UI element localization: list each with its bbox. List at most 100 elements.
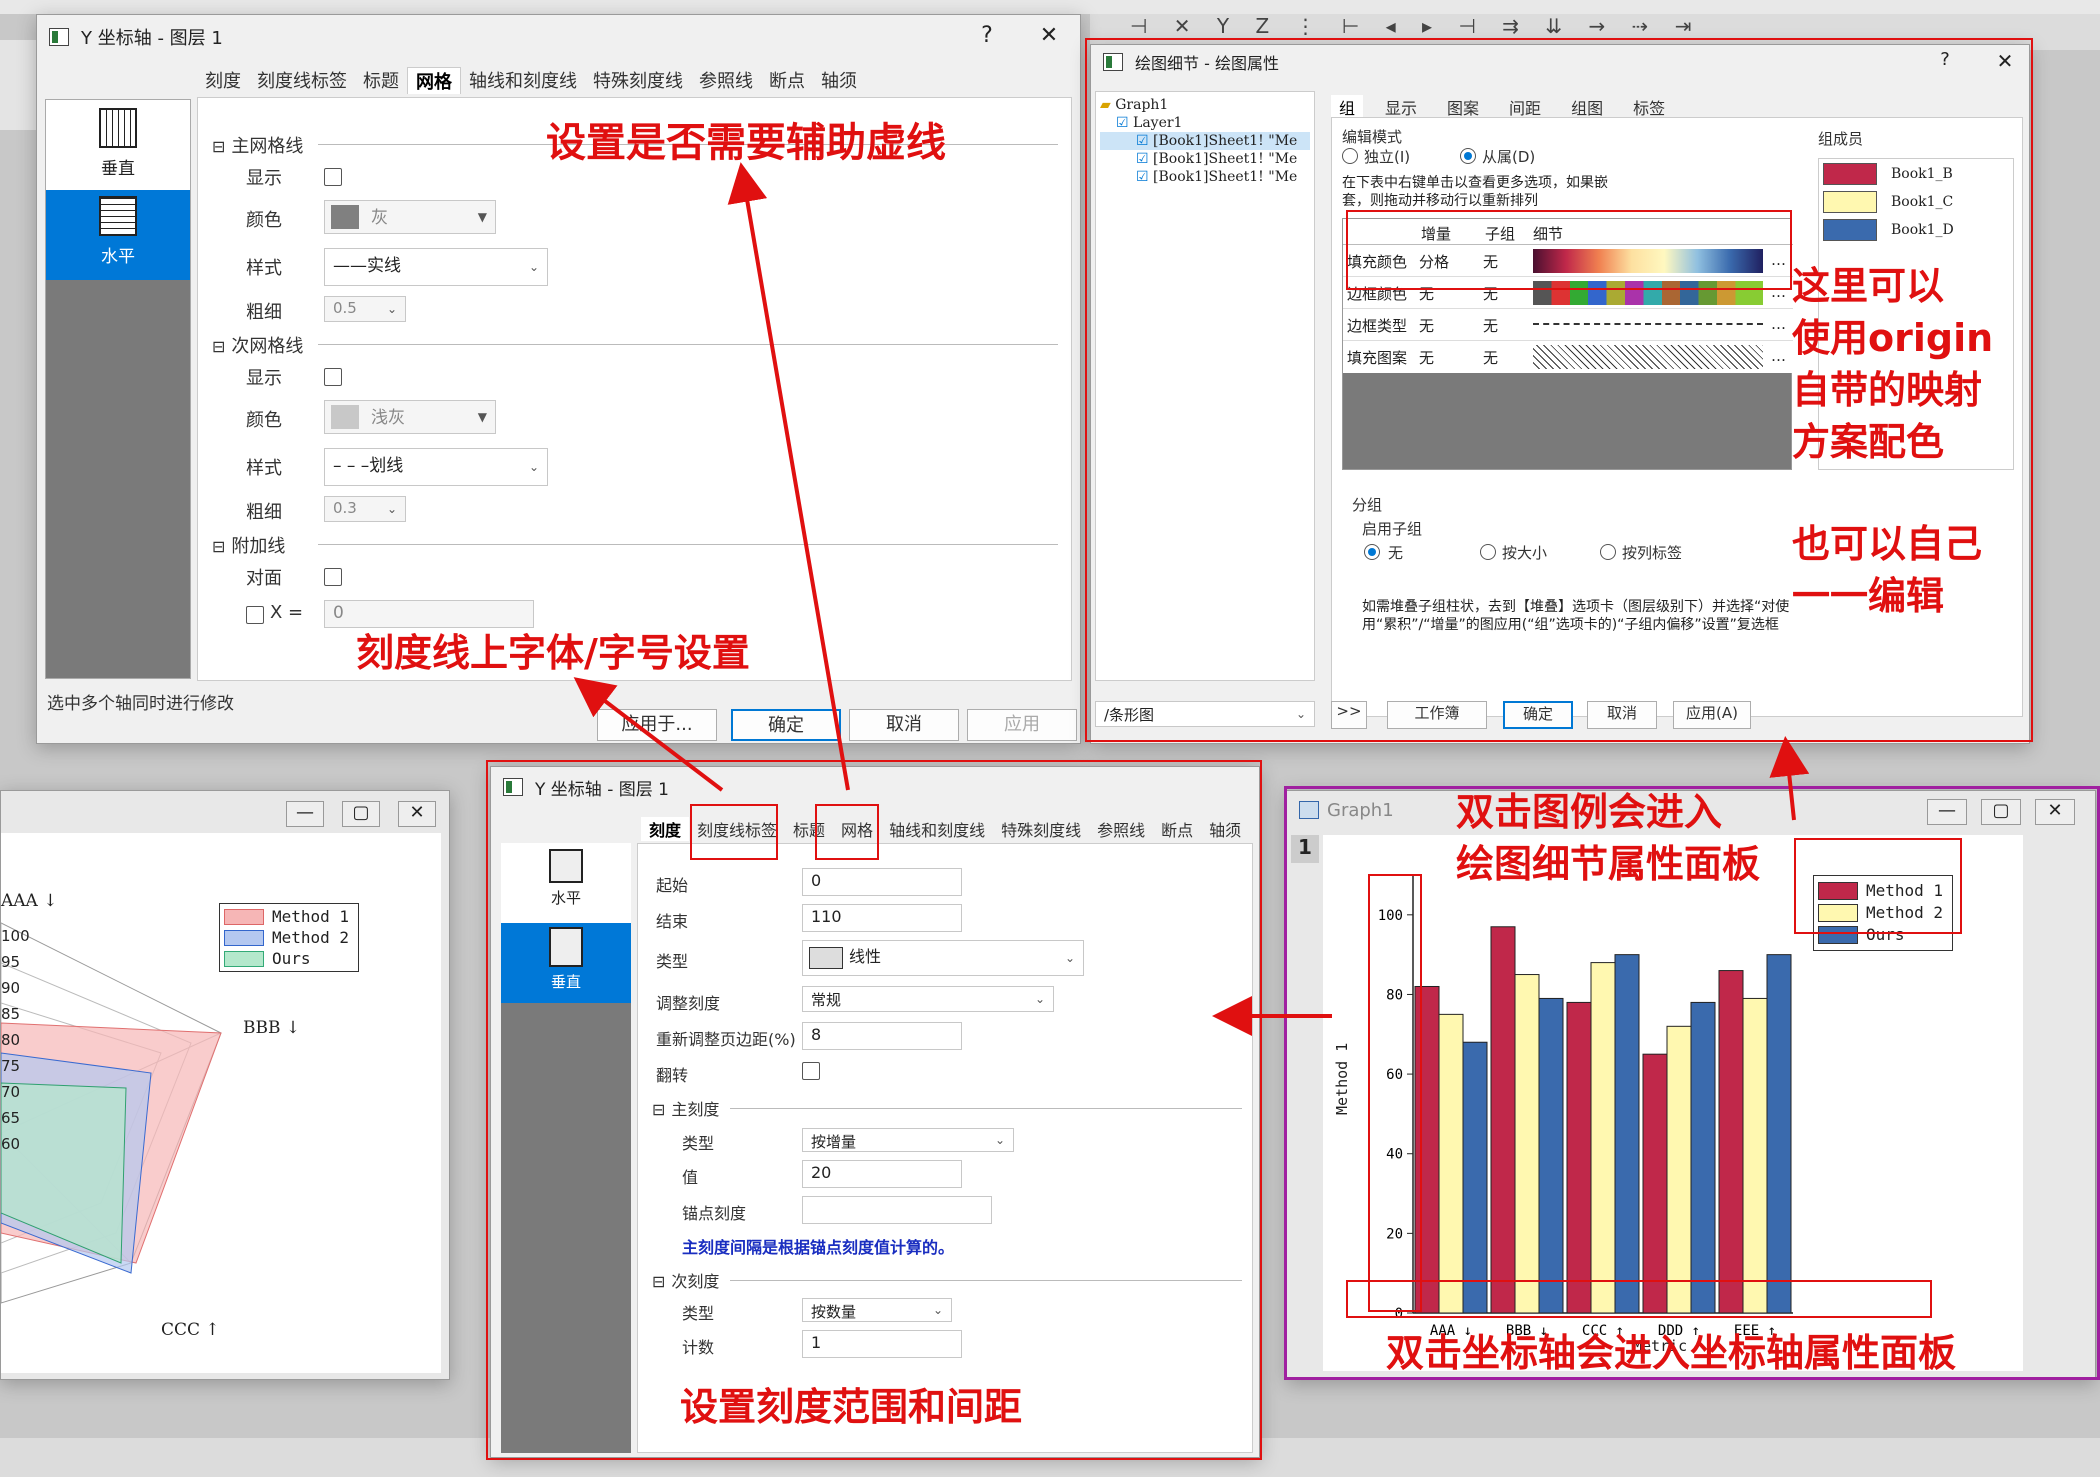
top-toolbar-strip bbox=[0, 0, 2100, 14]
major-width-select[interactable]: 0.5 ⌄ bbox=[324, 296, 406, 322]
grid-panel: 主网格线 显示 颜色 灰▼ 样式 ——实线⌄ 粗细 0.5⌄ 次网格线 显示 颜… bbox=[197, 97, 1072, 681]
radar-tick-labels: 100 95 90 85 80 75 70 65 60 bbox=[1, 923, 30, 1157]
tab-breaks[interactable]: 断点 bbox=[761, 67, 813, 94]
major-color-label: 颜色 bbox=[246, 210, 282, 231]
tab-tick-labels[interactable]: 刻度线标签 bbox=[249, 67, 355, 94]
close-icon[interactable]: ✕ bbox=[398, 801, 436, 827]
legend-label: Ours bbox=[272, 949, 311, 968]
apply-button[interactable]: 应用 bbox=[967, 709, 1077, 741]
color-swatch bbox=[331, 205, 359, 229]
major-style-label: 样式 bbox=[246, 258, 282, 279]
tick: 75 bbox=[1, 1057, 21, 1075]
major-show-label: 显示 bbox=[246, 168, 282, 189]
ok-button[interactable]: 确定 bbox=[731, 709, 841, 741]
tick: 85 bbox=[1, 1005, 21, 1023]
chevron-down-icon: ⌄ bbox=[528, 260, 539, 274]
cancel-button[interactable]: 取消 bbox=[849, 709, 959, 741]
major-width-label: 粗细 bbox=[246, 302, 282, 323]
tick: 80 bbox=[1, 1031, 21, 1049]
x-line-checkbox[interactable] bbox=[246, 606, 264, 624]
chevron-down-icon: ▼ bbox=[477, 210, 487, 224]
color-value: 灰 bbox=[371, 208, 388, 228]
legend-label: Method 2 bbox=[272, 928, 350, 947]
x-value: 0 bbox=[333, 603, 344, 623]
maximize-icon[interactable]: ▢ bbox=[342, 801, 380, 827]
minimize-icon[interactable]: — bbox=[286, 801, 324, 827]
sidebar-item-vertical[interactable]: 垂直 bbox=[46, 100, 190, 190]
horizontal-axis-icon bbox=[99, 196, 137, 236]
tick: 65 bbox=[1, 1109, 21, 1127]
style-value: – – –划线 bbox=[333, 456, 404, 476]
color-value: 浅灰 bbox=[371, 408, 405, 428]
radar-window-controls[interactable]: — ▢ ✕ bbox=[286, 801, 436, 827]
annotation-box-bottom-dialog bbox=[486, 760, 1262, 1460]
annotation-axis-note: 双击坐标轴会进入坐标轴属性面板 bbox=[1386, 1331, 1957, 1375]
tick: 100 bbox=[1, 927, 30, 945]
x-line-label: X = bbox=[270, 602, 304, 623]
style-value: ——实线 bbox=[333, 256, 401, 276]
tick: 90 bbox=[1, 979, 21, 997]
annotation-box-tick-label-tab bbox=[690, 804, 778, 860]
annotation-colormap-note: 这里可以 使用origin 自带的映射 方案配色 bbox=[1792, 264, 1994, 464]
sidebar-item-horizontal[interactable]: 水平 bbox=[46, 190, 190, 280]
tick: 70 bbox=[1, 1083, 21, 1101]
minor-width-select[interactable]: 0.3 ⌄ bbox=[324, 496, 406, 522]
minor-style-select[interactable]: – – –划线 ⌄ bbox=[324, 448, 548, 486]
apply-to-button[interactable]: 应用于... bbox=[597, 709, 717, 741]
tab-bar: 刻度 刻度线标签 标题 网格 轴线和刻度线 特殊刻度线 参照线 断点 轴须 bbox=[197, 67, 865, 94]
opposite-label: 对面 bbox=[246, 568, 282, 589]
divider bbox=[318, 344, 1058, 345]
tick: 60 bbox=[1, 1135, 21, 1153]
tab-title[interactable]: 标题 bbox=[355, 67, 407, 94]
annotation-grid-note: 设置是否需要辅助虚线 bbox=[546, 120, 946, 166]
major-show-checkbox[interactable] bbox=[324, 168, 342, 186]
minor-grid-header[interactable]: 次网格线 bbox=[212, 332, 303, 358]
radar-graph-window: — ▢ ✕ 100 95 90 85 80 75 70 65 60 AAA ↓ … bbox=[0, 790, 450, 1380]
radar-axis-bbb: BBB ↓ bbox=[243, 1018, 301, 1038]
divider bbox=[318, 544, 1058, 545]
minor-color-select[interactable]: 浅灰 ▼ bbox=[324, 400, 496, 434]
minor-show-label: 显示 bbox=[246, 368, 282, 389]
extra-lines-header[interactable]: 附加线 bbox=[212, 532, 285, 558]
opposite-checkbox[interactable] bbox=[324, 568, 342, 586]
close-button[interactable]: ✕ bbox=[1035, 23, 1063, 48]
annotation-box-grid-tab bbox=[815, 804, 879, 860]
minor-width-label: 粗细 bbox=[246, 502, 282, 523]
tab-line-ticks[interactable]: 轴线和刻度线 bbox=[461, 67, 585, 94]
radar-legend[interactable]: Method 1 Method 2 Ours bbox=[219, 903, 359, 972]
major-style-select[interactable]: ——实线 ⌄ bbox=[324, 248, 548, 286]
tab-grid[interactable]: 网格 bbox=[407, 67, 461, 94]
legend-swatch bbox=[224, 908, 264, 925]
sidebar-label: 水平 bbox=[101, 247, 135, 267]
vertical-axis-icon bbox=[99, 108, 137, 148]
help-button[interactable]: ? bbox=[973, 23, 1001, 48]
tab-scale[interactable]: 刻度 bbox=[197, 67, 249, 94]
color-swatch bbox=[331, 405, 359, 429]
major-color-select[interactable]: 灰 ▼ bbox=[324, 200, 496, 234]
annotation-manual-note: 也可以自己 一一编辑 bbox=[1792, 522, 1983, 618]
sidebar-label: 垂直 bbox=[101, 159, 135, 179]
minor-color-label: 颜色 bbox=[246, 410, 282, 431]
radar-canvas: 100 95 90 85 80 75 70 65 60 AAA ↓ BBB ↓ … bbox=[0, 833, 441, 1373]
tab-reference-lines[interactable]: 参照线 bbox=[691, 67, 761, 94]
annotation-box-table bbox=[1346, 210, 1792, 290]
axis-sidebar: 垂直 水平 bbox=[45, 99, 191, 679]
tick: 95 bbox=[1, 953, 21, 971]
left-toolbar[interactable] bbox=[0, 40, 40, 130]
radar-axis-aaa: AAA ↓ bbox=[1, 891, 58, 911]
tab-special-ticks[interactable]: 特殊刻度线 bbox=[585, 67, 691, 94]
width-value: 0.3 bbox=[333, 499, 357, 517]
minor-show-checkbox[interactable] bbox=[324, 368, 342, 386]
annotation-font-note: 刻度线上字体/字号设置 bbox=[356, 631, 750, 675]
dialog-titlebar[interactable]: Y 坐标轴 - 图层 1 bbox=[37, 15, 1080, 59]
dialog-title: Y 坐标轴 - 图层 1 bbox=[81, 28, 223, 49]
annotation-legend-note: 双击图例会进入 绘图细节属性面板 bbox=[1456, 790, 1761, 886]
chevron-down-icon: ⌄ bbox=[386, 502, 397, 516]
window-icon bbox=[49, 28, 69, 46]
tab-rug[interactable]: 轴须 bbox=[813, 67, 865, 94]
status-text: 选中多个轴同时进行修改 bbox=[47, 694, 234, 714]
major-grid-header[interactable]: 主网格线 bbox=[212, 132, 303, 158]
legend-swatch bbox=[224, 950, 264, 967]
minor-style-label: 样式 bbox=[246, 458, 282, 479]
chevron-down-icon: ▼ bbox=[477, 410, 487, 424]
